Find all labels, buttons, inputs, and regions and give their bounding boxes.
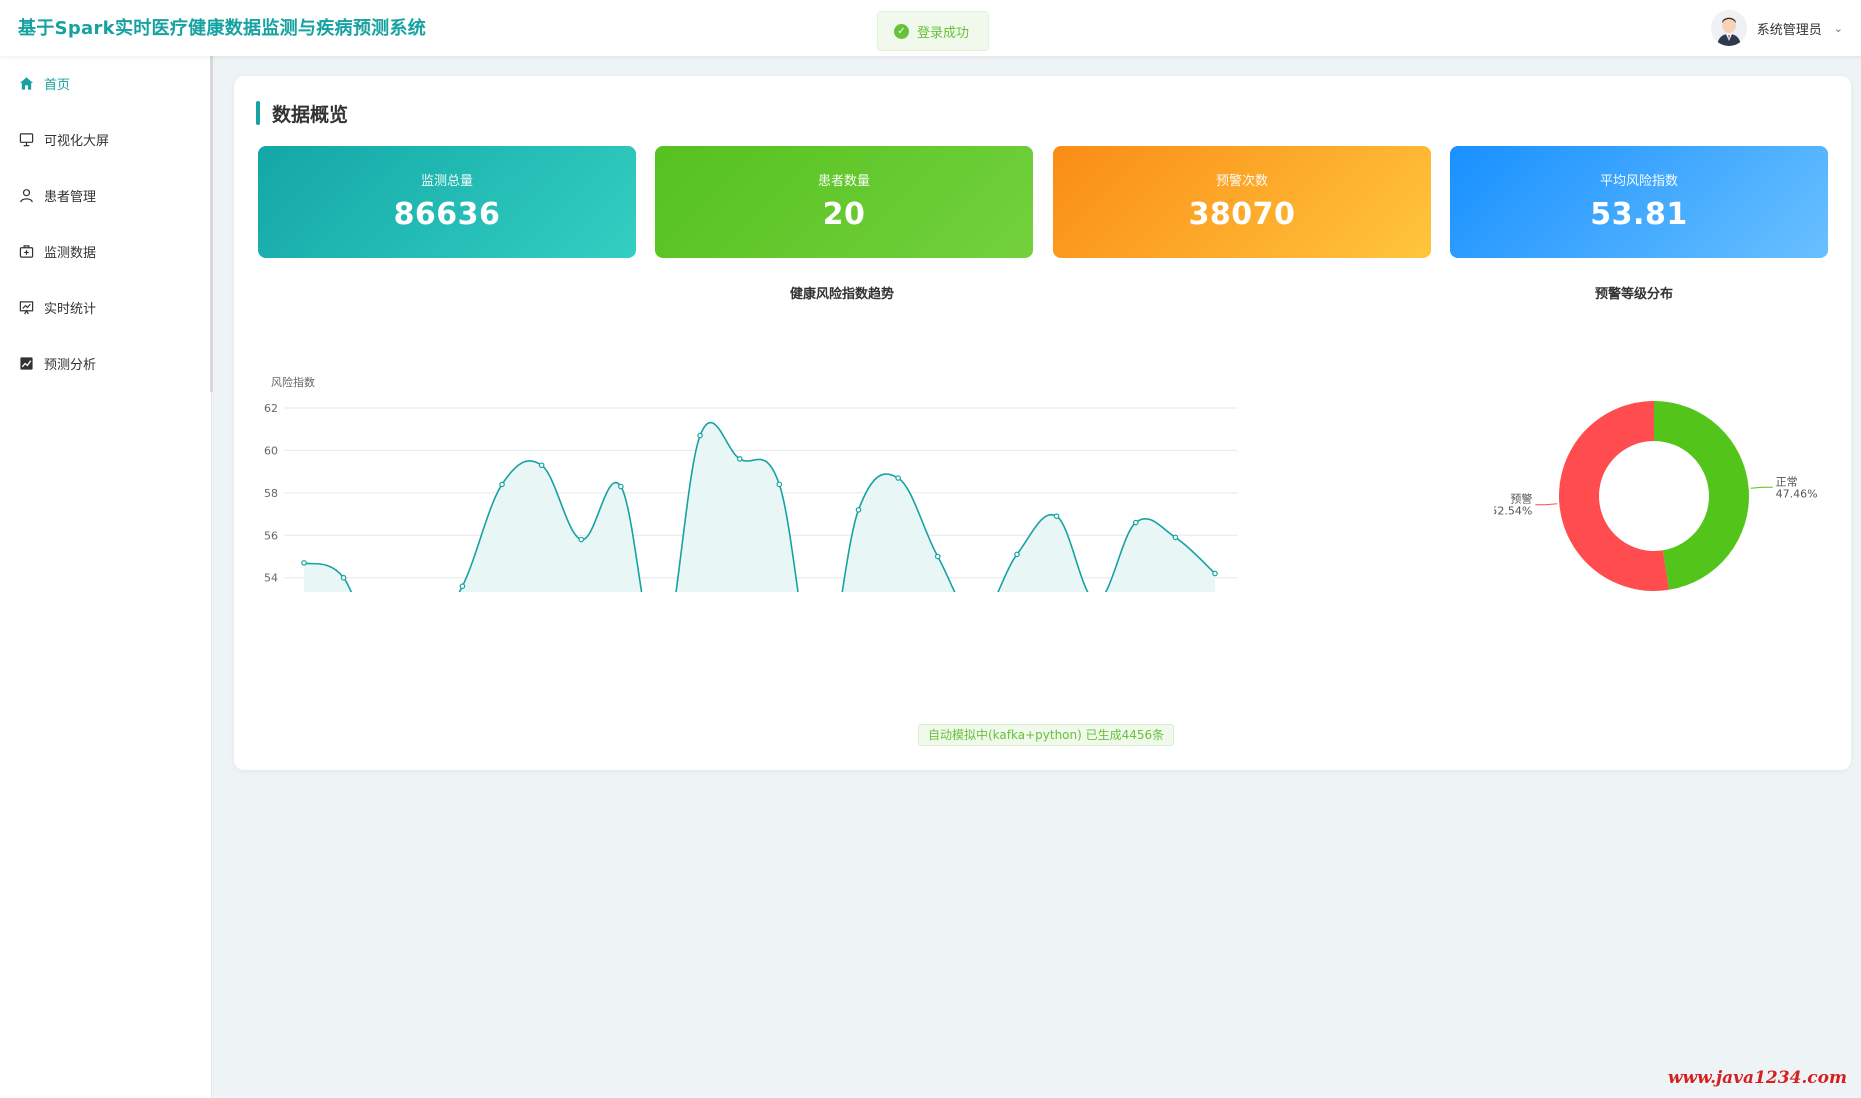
chevron-down-icon[interactable]: ⌄ bbox=[1834, 22, 1843, 35]
stat-card-warning-count: 预警次数 38070 bbox=[1053, 146, 1431, 258]
data-point[interactable] bbox=[934, 553, 941, 560]
simulation-status-badge: 自动模拟中(kafka+python) 已生成4456条 bbox=[918, 724, 1175, 746]
donut-slice-warning[interactable] bbox=[1559, 401, 1670, 591]
slice-name-label: 预警 bbox=[1510, 492, 1532, 506]
sidebar-scrollbar[interactable] bbox=[210, 56, 213, 392]
data-point[interactable] bbox=[855, 507, 862, 513]
home-icon bbox=[18, 75, 34, 91]
warning-level-donut: 正常47.46%预警52.54% bbox=[1494, 401, 1818, 591]
risk-trend-chart: 风险指数 4850525456586062 2026-08-0212:00:00… bbox=[264, 375, 1237, 592]
stat-card-avg-risk: 平均风险指数 53.81 bbox=[1450, 146, 1828, 258]
label-line bbox=[1535, 503, 1558, 506]
user-icon bbox=[18, 187, 34, 203]
donut-chart-title: 预警等级分布 bbox=[1595, 287, 1674, 302]
check-circle-icon: ✓ bbox=[894, 23, 909, 39]
y-tick-label: 54 bbox=[264, 572, 278, 585]
label-line bbox=[1750, 486, 1773, 489]
medical-kit-icon bbox=[18, 243, 34, 259]
sidebar-item-label: 预测分析 bbox=[44, 357, 97, 373]
trend-chart-icon bbox=[18, 355, 34, 371]
stat-card-patient-count: 患者数量 20 bbox=[655, 146, 1033, 258]
data-point[interactable] bbox=[895, 475, 901, 481]
data-point[interactable] bbox=[459, 583, 466, 590]
slice-percent-label: 52.54% bbox=[1494, 505, 1532, 518]
sidebar-item-label: 实时统计 bbox=[44, 301, 97, 317]
data-point[interactable] bbox=[301, 560, 307, 566]
stat-value: 53.81 bbox=[1590, 197, 1688, 232]
data-point[interactable] bbox=[1172, 534, 1179, 541]
y-tick-label: 60 bbox=[264, 444, 278, 457]
sidebar-item-label: 患者管理 bbox=[44, 189, 97, 205]
data-point[interactable] bbox=[776, 481, 783, 488]
sidebar-item-dashboard[interactable]: 可视化大屏 bbox=[0, 119, 210, 159]
data-point[interactable] bbox=[1132, 519, 1139, 526]
stat-label: 平均风险指数 bbox=[1599, 174, 1678, 189]
sidebar-item-prediction[interactable]: 预测分析 bbox=[0, 343, 210, 383]
sidebar-item-statistics[interactable]: 实时统计 bbox=[0, 287, 210, 327]
sidebar-item-home[interactable]: 首页 bbox=[0, 63, 210, 103]
slice-percent-label: 47.46% bbox=[1776, 487, 1818, 500]
monitor-icon bbox=[18, 131, 34, 147]
stat-value: 20 bbox=[822, 197, 866, 232]
toast-message: 登录成功 bbox=[917, 25, 970, 41]
user-menu[interactable]: 系统管理员 ⌄ bbox=[1710, 8, 1843, 48]
y-tick-label: 62 bbox=[264, 402, 278, 415]
data-point[interactable] bbox=[499, 481, 505, 488]
y-tick-label: 56 bbox=[264, 529, 278, 542]
sidebar-item-monitoring[interactable]: 监测数据 bbox=[0, 231, 210, 271]
app-title: 基于Spark实时医疗健康数据监测与疾病预测系统 bbox=[18, 18, 427, 39]
data-point[interactable] bbox=[697, 432, 703, 439]
data-point[interactable] bbox=[538, 462, 545, 469]
data-point[interactable] bbox=[1014, 551, 1020, 558]
avatar[interactable] bbox=[1710, 10, 1747, 46]
sidebar-item-patients[interactable]: 患者管理 bbox=[0, 175, 210, 215]
stat-label: 患者数量 bbox=[817, 174, 870, 189]
stat-value: 38070 bbox=[1188, 197, 1296, 232]
section-heading: 数据概览 bbox=[256, 100, 348, 126]
stat-label: 预警次数 bbox=[1215, 174, 1268, 189]
y-axis-label: 风险指数 bbox=[271, 375, 315, 389]
data-point[interactable] bbox=[736, 456, 743, 462]
sidebar-item-label: 可视化大屏 bbox=[44, 133, 110, 149]
sidebar: 首页 可视化大屏 患者管理 监测数据 实时统计 预测分析 bbox=[0, 56, 213, 1098]
stat-card-monitor-total: 监测总量 86636 bbox=[258, 146, 636, 258]
top-header: 基于Spark实时医疗健康数据监测与疾病预测系统 ✓ 登录成功 系统管理员 ⌄ bbox=[0, 0, 1861, 56]
donut-slice-normal[interactable] bbox=[1654, 401, 1749, 590]
heading-accent-bar bbox=[256, 101, 260, 125]
site-watermark: www.java1234.com bbox=[1667, 1068, 1847, 1088]
data-point[interactable] bbox=[578, 536, 585, 543]
stat-value: 86636 bbox=[393, 197, 501, 232]
stat-label: 监测总量 bbox=[420, 174, 473, 189]
data-point[interactable] bbox=[340, 574, 347, 581]
page-title: 数据概览 bbox=[272, 103, 349, 126]
stats-board-icon bbox=[18, 299, 34, 315]
sidebar-item-label: 首页 bbox=[44, 77, 71, 93]
overview-card: 数据概览 监测总量 86636 患者数量 20 预警次数 38070 平均风险指… bbox=[234, 76, 1851, 770]
y-tick-label: 58 bbox=[264, 487, 278, 500]
login-success-toast: ✓ 登录成功 bbox=[877, 11, 989, 51]
data-point[interactable] bbox=[618, 483, 624, 490]
sidebar-item-label: 监测数据 bbox=[44, 245, 97, 261]
user-name: 系统管理员 bbox=[1756, 22, 1822, 38]
data-point[interactable] bbox=[1212, 570, 1218, 577]
data-point[interactable] bbox=[1053, 513, 1060, 519]
